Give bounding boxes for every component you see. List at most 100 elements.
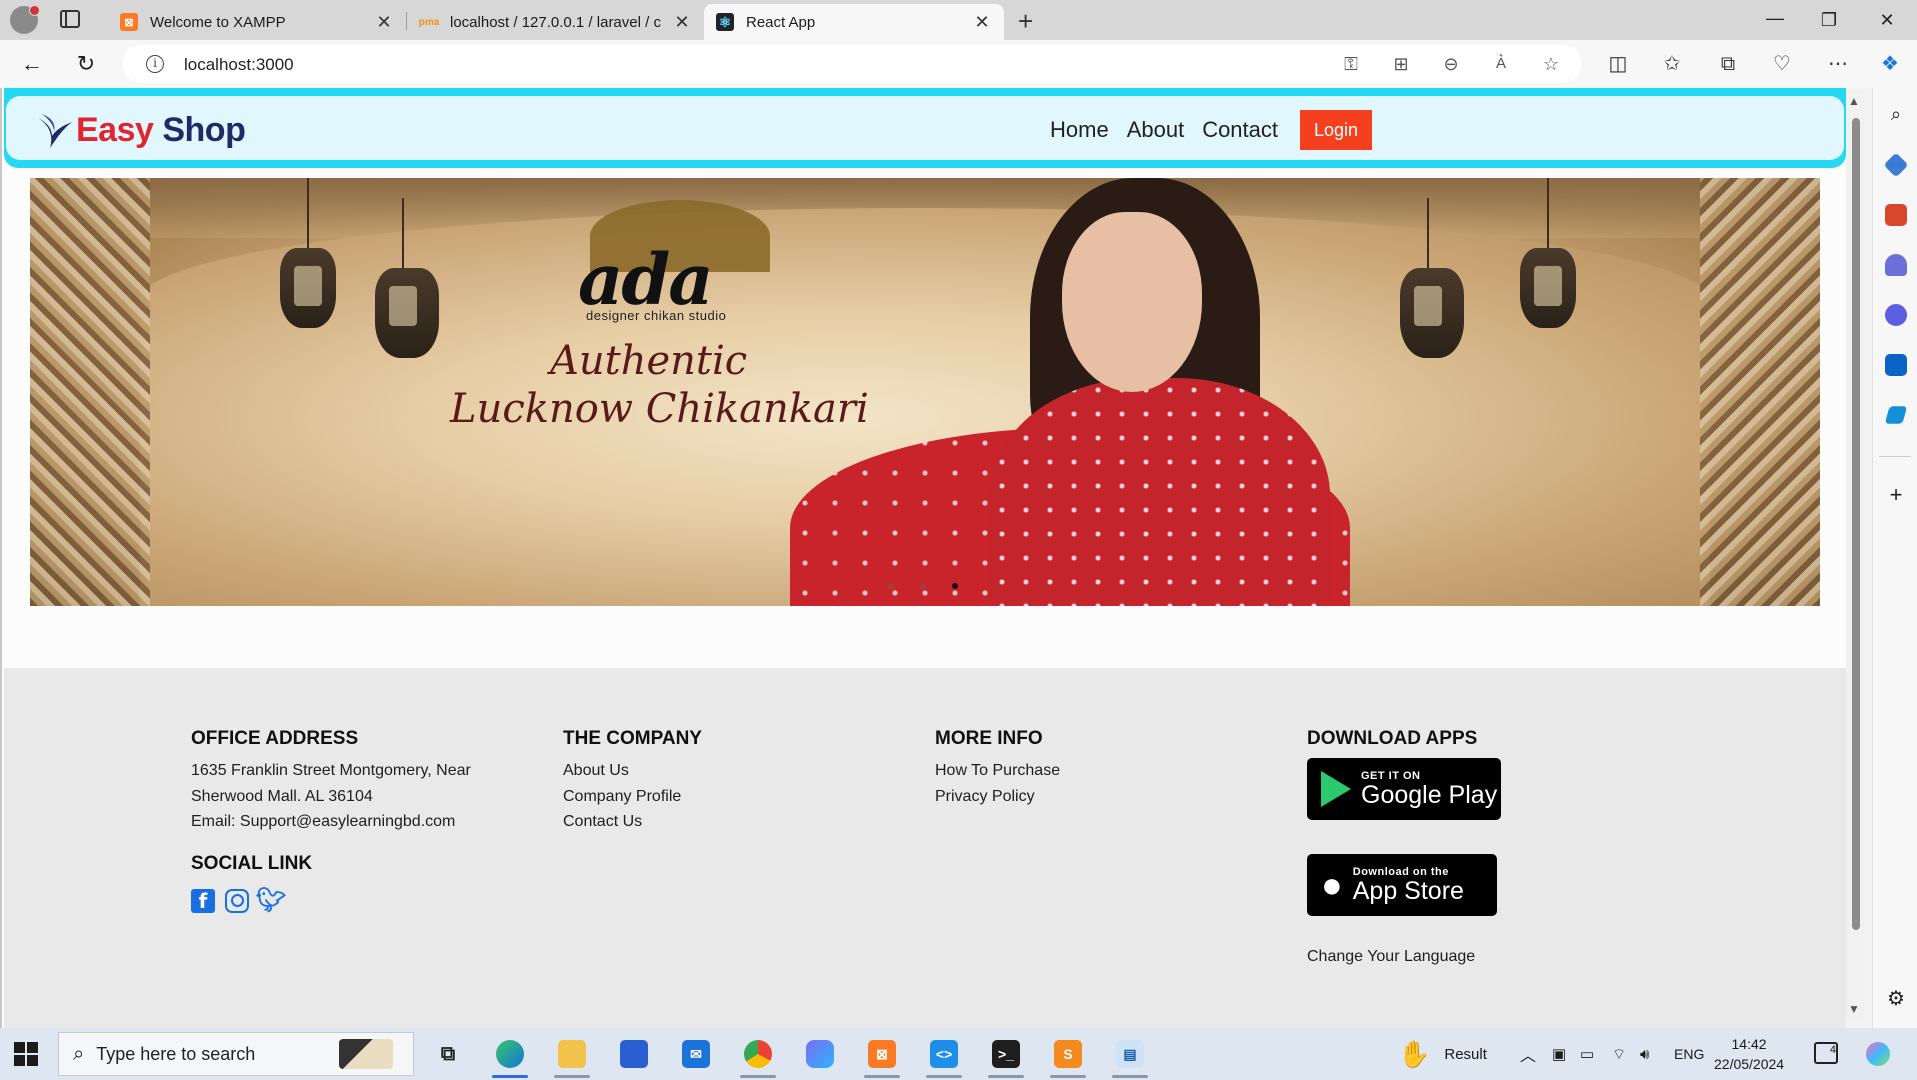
close-tab-icon[interactable]: ✕ (972, 12, 992, 33)
banner-tagline-line1: Authentic (550, 338, 748, 384)
weather-widget[interactable]: ✋ Result (1398, 1028, 1487, 1080)
new-tab-button[interactable]: + (1018, 6, 1033, 37)
tab-phpmyadmin[interactable]: pma localhost / 127.0.0.1 / laravel / c … (408, 4, 704, 40)
facebook-icon[interactable]: f (191, 888, 215, 913)
scroll-up-arrow-icon[interactable]: ▲ (1848, 94, 1860, 108)
restore-button[interactable]: ❐ (1802, 4, 1856, 36)
carousel-dot[interactable] (920, 583, 926, 589)
chrome-icon[interactable] (738, 1034, 778, 1078)
zoom-out-icon[interactable]: ⊖ (1440, 53, 1462, 75)
vscode-icon[interactable]: <> (924, 1034, 964, 1078)
settings-more-icon[interactable]: ⋯ (1824, 50, 1852, 78)
change-language-link[interactable]: Change Your Language (1307, 948, 1501, 966)
nav-contact-link[interactable]: Contact (1202, 117, 1278, 143)
site-header: Easy Shop Home About Contact Login (4, 88, 1846, 168)
office-address-line1: 1635 Franklin Street Montgomery, Near (191, 762, 471, 779)
notification-center-icon[interactable]: 4 (1814, 1042, 1838, 1064)
instagram-icon[interactable] (225, 888, 249, 913)
favorite-star-icon[interactable]: ☆ (1540, 53, 1562, 75)
google-play-badge[interactable]: GET IT ON Google Play (1307, 758, 1501, 820)
sidebar-settings-gear-icon[interactable]: ⚙ (1885, 988, 1907, 1010)
url-text[interactable]: localhost:3000 (184, 55, 294, 75)
nav-home-link[interactable]: Home (1050, 117, 1109, 143)
sublime-text-icon[interactable]: S (1048, 1034, 1088, 1078)
mail-icon[interactable]: ✉ (676, 1034, 716, 1074)
minimize-button[interactable]: — (1748, 2, 1802, 34)
twitter-icon[interactable]: 🐦︎ (256, 887, 286, 914)
battery-icon[interactable]: ▭ (1580, 1028, 1594, 1080)
page-scrollbar[interactable]: ▲ ▼ (1846, 90, 1864, 1020)
meet-now-icon[interactable]: ▣ (1552, 1028, 1566, 1080)
browser-essentials-icon[interactable]: ♡ (1768, 50, 1796, 78)
app-store-small-text: Download on the (1352, 865, 1449, 878)
collections-icon[interactable]: ⧉ (1714, 50, 1742, 78)
hero-carousel-banner[interactable]: ada designer chikan studio Authentic Luc… (30, 178, 1820, 606)
profile-avatar-icon[interactable] (10, 5, 40, 34)
browser-toolbar: ← ↻ i localhost:3000 ⚿ ⊞ ⊖ A͛ ☆ ◫ ✩ ⧉ ♡ … (0, 40, 1917, 88)
close-tab-icon[interactable]: ✕ (374, 12, 394, 33)
logo-word-shop: Shop (153, 110, 246, 149)
input-language[interactable]: ENG (1674, 1028, 1704, 1080)
copilot-icon[interactable]: ❖ (1876, 50, 1904, 78)
scrollbar-thumb[interactable] (1852, 118, 1860, 930)
edge-taskbar-icon[interactable] (490, 1034, 530, 1078)
tab-actions-icon[interactable] (60, 10, 80, 28)
volume-icon[interactable]: 🔊︎ (1640, 1028, 1649, 1080)
send-drop-icon[interactable] (1884, 406, 1908, 424)
tab-react-app[interactable]: ⚛ React App ✕ (704, 4, 1004, 40)
terminal-icon[interactable]: >_ (986, 1034, 1026, 1078)
tab-title: React App (746, 13, 816, 31)
window-close-button[interactable]: ✕ (1860, 4, 1914, 36)
edge-sidebar: ⌕ + ⚙ (1872, 88, 1917, 1028)
site-info-icon[interactable]: i (146, 55, 164, 73)
scroll-down-arrow-icon[interactable]: ▼ (1848, 1002, 1860, 1016)
refresh-button[interactable]: ↻ (70, 48, 102, 80)
show-hidden-icons[interactable]: ︿ (1520, 1028, 1536, 1080)
image-viewer-icon[interactable]: ▤ (1110, 1034, 1150, 1078)
tools-icon[interactable] (1885, 204, 1907, 226)
wifi-icon[interactable]: ⌔ (1612, 1028, 1626, 1080)
back-button[interactable]: ← (16, 48, 48, 80)
carousel-dot[interactable] (888, 583, 894, 589)
address-bar[interactable]: i localhost:3000 ⚿ ⊞ ⊖ A͛ ☆ (122, 45, 1582, 83)
site-logo[interactable]: Easy Shop (36, 110, 246, 150)
system-clock[interactable]: 14:42 22/05/2024 (1714, 1034, 1784, 1074)
search-icon[interactable]: ⌕ (1885, 104, 1907, 126)
microsoft-store-icon[interactable] (614, 1034, 654, 1074)
close-tab-icon[interactable]: ✕ (672, 12, 692, 33)
taskbar-search-box[interactable]: ⌕ Type here to search (58, 1032, 414, 1076)
link-company-profile[interactable]: Company Profile (563, 784, 702, 810)
app-store-badge[interactable]: ● Download on the App Store (1307, 854, 1497, 916)
carousel-dot-active[interactable] (952, 583, 958, 589)
footer-apps-column: DOWNLOAD APPS GET IT ON Google Play ● Do… (1307, 728, 1501, 966)
file-explorer-icon[interactable] (552, 1034, 592, 1078)
tab-xampp[interactable]: ⊠ Welcome to XAMPP ✕ (108, 4, 406, 40)
task-view-icon[interactable]: ⧉ (428, 1034, 468, 1074)
lantern-icon (1520, 178, 1576, 328)
add-sidebar-app-icon[interactable]: + (1885, 484, 1907, 506)
search-icon: ⌕ (73, 1042, 85, 1065)
games-icon[interactable] (1885, 254, 1907, 276)
password-key-icon[interactable]: ⚿ (1340, 53, 1362, 75)
favorites-icon[interactable]: ✩ (1658, 50, 1686, 78)
link-contact-us[interactable]: Contact Us (563, 809, 702, 835)
footer-company-column: THE COMPANY About Us Company Profile Con… (563, 728, 702, 835)
login-button[interactable]: Login (1300, 110, 1373, 150)
lantern-icon (1400, 198, 1464, 358)
hand-icon: ✋ (1398, 1038, 1431, 1069)
copilot-taskbar-icon[interactable] (800, 1034, 840, 1074)
link-how-to-purchase[interactable]: How To Purchase (935, 758, 1060, 784)
outlook-icon[interactable] (1885, 354, 1907, 376)
link-privacy-policy[interactable]: Privacy Policy (935, 784, 1060, 810)
split-screen-icon[interactable]: ◫ (1604, 50, 1632, 78)
nav-about-link[interactable]: About (1127, 117, 1185, 143)
phpmyadmin-icon: pma (418, 16, 440, 28)
read-aloud-icon[interactable]: A͛ (1490, 53, 1512, 75)
microsoft-365-icon[interactable] (1885, 304, 1907, 326)
link-about-us[interactable]: About Us (563, 758, 702, 784)
shopping-tag-icon[interactable] (1883, 152, 1909, 178)
copilot-tray-icon[interactable] (1858, 1034, 1898, 1074)
app-available-icon[interactable]: ⊞ (1390, 53, 1412, 75)
xampp-taskbar-icon[interactable]: ⊠ (862, 1034, 902, 1078)
windows-start-icon[interactable] (14, 1042, 38, 1066)
